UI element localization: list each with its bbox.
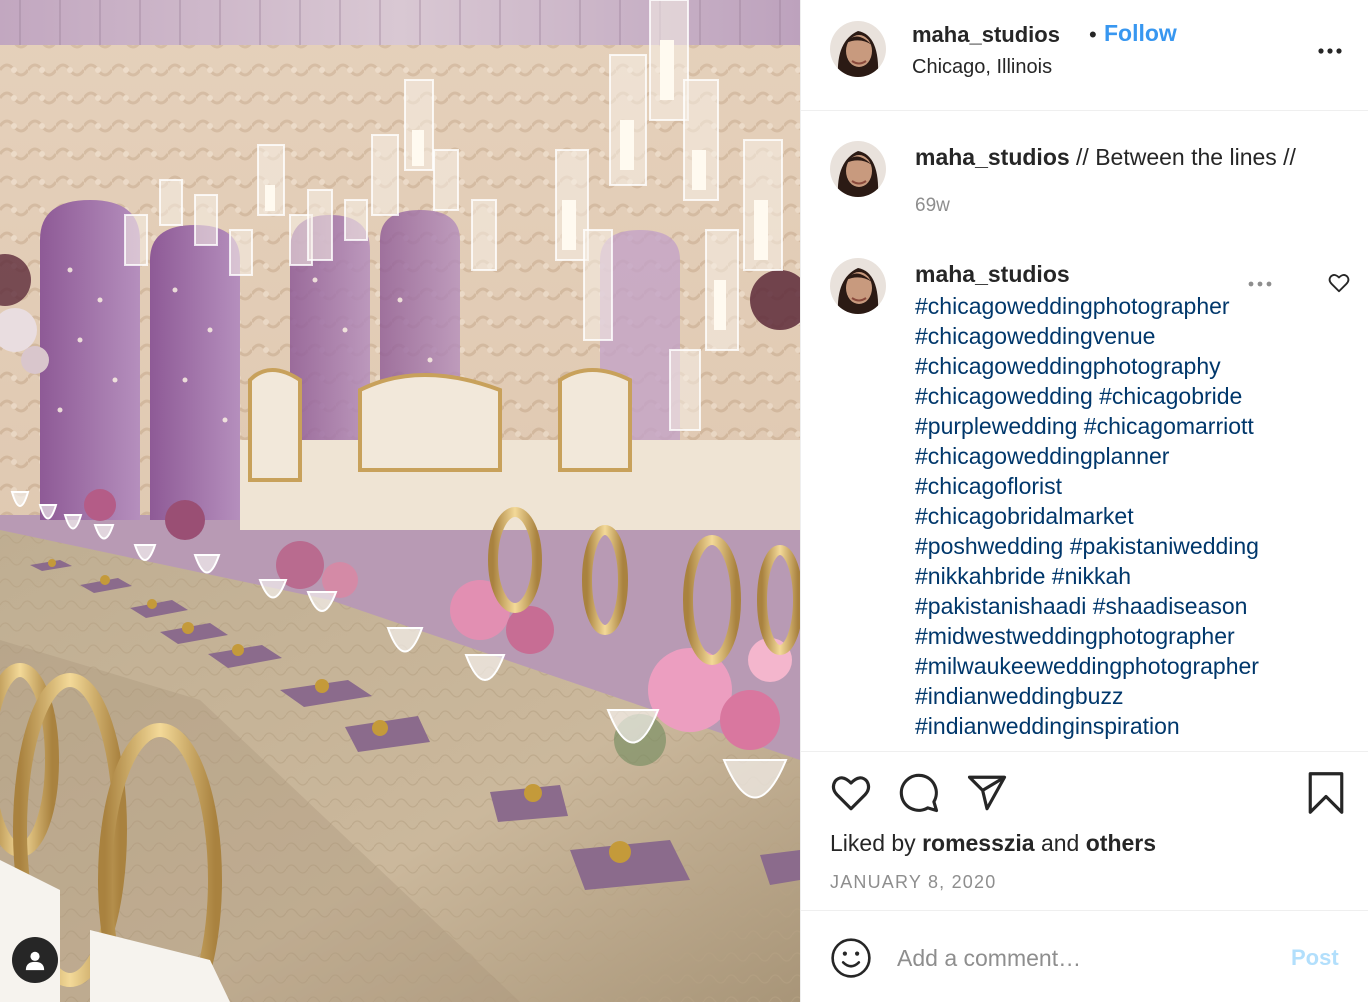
post-side-panel: maha_studios • Follow Chicago, Illinois: [800, 0, 1368, 1002]
share-button[interactable]: [966, 772, 1008, 819]
caption-age[interactable]: 69w: [915, 195, 950, 217]
user-tag-button[interactable]: [12, 937, 58, 983]
hashtag-link[interactable]: #chicagoweddingphotography: [915, 351, 1335, 381]
hashtag-link[interactable]: #chicagoweddingvenue: [915, 321, 1335, 351]
post-date[interactable]: JANUARY 8, 2020: [830, 872, 996, 893]
comment-icon: [899, 773, 939, 813]
hashtag-link[interactable]: #indianweddingbuzz: [915, 681, 1335, 711]
separator-dot: •: [1089, 22, 1097, 47]
post-author-username[interactable]: maha_studios: [912, 22, 1060, 48]
comment-button[interactable]: [898, 772, 940, 819]
caption-line: maha_studios // Between the lines //: [915, 144, 1296, 171]
hashtag-link[interactable]: #chicagoweddingplanner: [915, 441, 1335, 471]
post-comment-button[interactable]: Post: [1291, 945, 1339, 971]
hashtag-link[interactable]: #chicagoweddingphotographer: [915, 291, 1335, 321]
post-photo[interactable]: [0, 0, 800, 1002]
hashtag-link[interactable]: #midwestweddingphotographer: [915, 621, 1335, 651]
comment-composer: Post: [801, 912, 1368, 1002]
emoji-button[interactable]: [830, 937, 872, 979]
hashtag-link[interactable]: #chicagobridalmarket: [915, 501, 1335, 531]
emoji-icon: [831, 938, 871, 978]
heart-icon: [831, 776, 871, 811]
profile-photo: [830, 258, 886, 314]
comment-input[interactable]: [897, 940, 1257, 976]
avatar[interactable]: [830, 258, 886, 314]
paper-plane-icon: [967, 775, 1007, 811]
post-actions: Liked by romesszia and others JANUARY 8,…: [801, 751, 1368, 911]
post-header: maha_studios • Follow Chicago, Illinois: [801, 0, 1368, 111]
user-tag-icon: [25, 951, 45, 971]
avatar[interactable]: [830, 21, 886, 77]
likes-and: and: [1034, 830, 1086, 856]
comments-list[interactable]: maha_studios // Between the lines // 69w…: [801, 112, 1368, 750]
profile-photo: [830, 21, 886, 77]
hashtag-link[interactable]: #chicagoflorist: [915, 471, 1335, 501]
profile-photo: [830, 141, 886, 197]
hashtag-list: #chicagoweddingphotographer #chicagowedd…: [915, 291, 1335, 741]
like-button[interactable]: [830, 772, 872, 819]
more-options-button[interactable]: [1315, 36, 1345, 66]
save-button[interactable]: [1305, 770, 1347, 821]
hashtag-link[interactable]: #purplewedding #chicagomarriott: [915, 411, 1335, 441]
hashtag-link[interactable]: #chicagowedding #chicagobride: [915, 381, 1335, 411]
follow-button[interactable]: Follow: [1104, 20, 1177, 47]
liked-by-others[interactable]: others: [1086, 830, 1156, 856]
post-location[interactable]: Chicago, Illinois: [912, 56, 1052, 79]
hashtag-link[interactable]: #milwaukeeweddingphotographer: [915, 651, 1335, 681]
comment-options-button[interactable]: [1247, 276, 1273, 287]
bookmark-icon: [1308, 772, 1344, 814]
avatar[interactable]: [830, 141, 886, 197]
wedding-table-photo: [0, 0, 800, 1002]
caption-text: // Between the lines //: [1069, 144, 1296, 170]
more-options-icon: [1248, 281, 1272, 287]
caption-username[interactable]: maha_studios: [915, 144, 1070, 170]
hashtag-link[interactable]: #pakistanishaadi #shaadiseason: [915, 591, 1335, 621]
hashtag-link[interactable]: #nikkahbride #nikkah: [915, 561, 1335, 591]
hashtag-link[interactable]: #poshwedding #pakistaniwedding: [915, 531, 1335, 561]
liked-by-user[interactable]: romesszia: [922, 830, 1035, 856]
comment-username[interactable]: maha_studios: [915, 261, 1070, 288]
hashtag-link[interactable]: #indianweddinginspiration: [915, 711, 1335, 741]
likes-summary: Liked by romesszia and others: [830, 830, 1156, 857]
more-options-icon: [1318, 48, 1342, 54]
likes-prefix: Liked by: [830, 830, 923, 856]
